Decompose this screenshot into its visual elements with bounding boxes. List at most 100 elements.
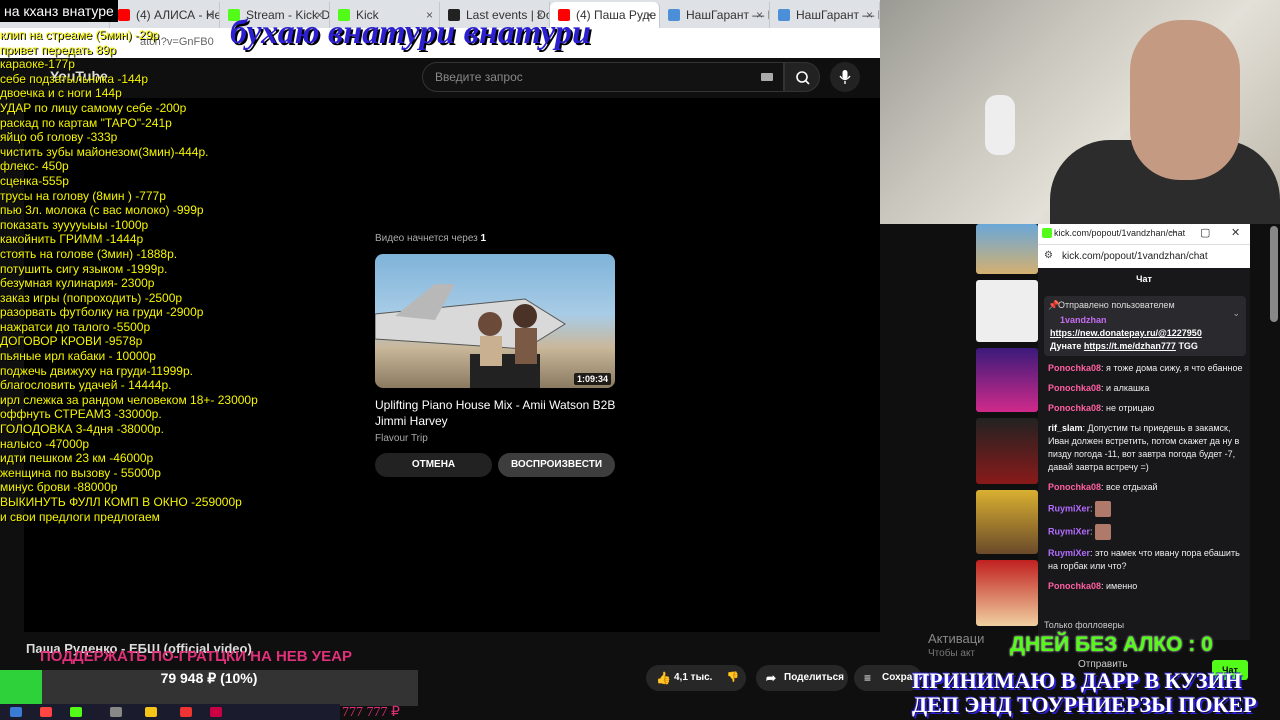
browser-tab[interactable]: (4) АЛИСА - Небо× <box>110 2 220 28</box>
next-video-channel[interactable]: Flavour Trip <box>375 433 428 444</box>
chat-window-title: kick.com/popout/1vandzhan/chat <box>1054 228 1186 238</box>
minimize-icon[interactable]: – <box>1170 226 1176 238</box>
kick-icon <box>1042 228 1052 238</box>
tab-favicon-icon <box>778 9 790 21</box>
chat-message: RuymiXer: <box>1048 524 1244 540</box>
share-label: Поделиться <box>784 672 845 683</box>
chat-text: : все отдыхай <box>1101 482 1158 492</box>
pinned-suffix: TGG <box>1178 341 1198 351</box>
chat-url: kick.com/popout/1vandzhan/chat <box>1062 251 1208 262</box>
price-list-item: поджечь движуху на груди-11999р. <box>0 363 193 378</box>
search-input[interactable]: Введите запрос <box>422 62 784 92</box>
price-list-item: безумная кулинария- 2300р <box>0 276 155 291</box>
price-list-item: стоять на голове (3мин) -1888р. <box>0 246 178 261</box>
chat-message: RuymiXer: это намек что ивану пора ебаши… <box>1048 547 1244 573</box>
price-list-item: оффнуть СТРЕАМЗ -33000р. <box>0 407 162 422</box>
side-stream-thumbnail[interactable] <box>976 418 1038 484</box>
sober-days-counter: ДНЕЙ БЕЗ АЛКО : 0 <box>1010 633 1213 656</box>
price-list-item: минус брови -88000р <box>0 480 118 495</box>
price-list-item: идти пешком 23 км -46000р <box>0 451 154 466</box>
price-list-item: чистить зубы майонезом(3мин)-444р. <box>0 144 209 159</box>
promo-text-line-2: ДЕП ЭНД ТОУРНИЕРЗЫ ПОКЕР <box>912 692 1257 717</box>
tab-close-icon[interactable]: × <box>206 2 213 28</box>
tab-close-icon[interactable]: × <box>756 2 763 28</box>
taskbar-app-icon[interactable] <box>70 707 82 717</box>
chat-username[interactable]: RuymiXer <box>1048 526 1090 536</box>
search-button[interactable] <box>784 62 820 92</box>
taskbar-app-icon[interactable] <box>180 707 192 717</box>
chat-text: : <box>1090 526 1093 537</box>
taskbar-app-icon[interactable] <box>145 707 157 717</box>
thumbs-down-icon: 👎 <box>726 672 740 683</box>
close-icon[interactable]: ✕ <box>1231 226 1240 239</box>
side-stream-thumbnail[interactable] <box>976 280 1038 342</box>
chat-text: : я тоже дома сижу, я что ебанное <box>1101 363 1243 373</box>
streamer-face <box>1130 20 1240 180</box>
price-list-item: ДОГОВОР КРОВИ -9578р <box>0 334 143 349</box>
side-stream-thumbnail[interactable] <box>976 348 1038 412</box>
site-settings-icon[interactable]: ⚙ <box>1044 250 1053 261</box>
search-placeholder: Введите запрос <box>435 70 523 84</box>
chat-username[interactable]: RuymiXer <box>1048 503 1090 513</box>
chat-popout-window: kick.com/popout/1vandzhan/chat – ▢ ✕ ⚙ k… <box>1038 224 1250 640</box>
taskbar-app-icon[interactable] <box>210 707 222 717</box>
pinned-username[interactable]: 1vandzhan <box>1060 315 1107 325</box>
start-icon[interactable] <box>10 707 22 717</box>
voice-search-button[interactable] <box>830 62 860 92</box>
countdown-label: Видео начнется через <box>375 233 478 244</box>
price-list-item: женщина по вызову - 55000р <box>0 465 161 480</box>
play-next-button[interactable]: ВОСПРОИЗВЕСТИ <box>498 453 615 477</box>
browser-tab[interactable]: НашГарант — Р × <box>770 2 880 28</box>
side-stream-thumbnail[interactable] <box>976 560 1038 626</box>
side-stream-thumbnail[interactable] <box>976 224 1038 274</box>
taskbar-app-icon[interactable] <box>40 707 52 717</box>
tab-close-icon[interactable]: × <box>646 2 653 28</box>
countdown-value: 1 <box>480 233 487 244</box>
chat-username[interactable]: Ponochka08 <box>1048 581 1101 591</box>
microphone-icon <box>839 70 851 84</box>
price-list-item: двоечка и с ноги 144р <box>0 86 122 101</box>
chat-message: Ponochka08: не отрицаю <box>1048 402 1244 415</box>
tab-close-icon[interactable]: × <box>866 2 873 28</box>
chevron-down-icon[interactable]: ⌄ <box>1232 308 1240 319</box>
chat-username[interactable]: rif_slam <box>1048 423 1083 433</box>
save-icon: ≡ <box>864 671 872 685</box>
taskbar-app-icon[interactable] <box>110 707 122 717</box>
side-stream-thumbnail[interactable] <box>976 490 1038 554</box>
pinned-prefix: Дунате <box>1050 341 1082 351</box>
chat-username[interactable]: Ponochka08 <box>1048 482 1101 492</box>
video-duration: 1:09:34 <box>573 373 611 385</box>
keyboard-icon[interactable] <box>761 73 773 81</box>
next-video-thumbnail[interactable]: 1:09:34 <box>375 254 615 388</box>
pinned-text: Дунате https://t.me/dzhan777 TGG <box>1050 341 1198 351</box>
pinned-message: 📌 Отправлено пользователем ⌄ 1vandzhan h… <box>1044 296 1246 356</box>
telegram-link[interactable]: https://t.me/dzhan777 <box>1084 341 1176 351</box>
autoplay-countdown: Видео начнется через 1 <box>375 233 486 244</box>
maximize-icon[interactable]: ▢ <box>1200 226 1210 239</box>
price-list-item: налысо -47000р <box>0 436 90 451</box>
corner-label: на кханз внатуре <box>0 0 118 22</box>
price-list-item: сценка-555р <box>0 173 69 188</box>
share-button[interactable]: ➦ Поделиться <box>756 665 848 691</box>
dislike-button[interactable]: 👎 <box>720 665 746 691</box>
price-list-item: ГОЛОДОВКА 3-4дня -38000р. <box>0 422 164 437</box>
pinned-label: Отправлено пользователем <box>1058 300 1175 310</box>
chat-url-bar[interactable]: ⚙ kick.com/popout/1vandzhan/chat <box>1038 244 1250 268</box>
chat-titlebar: kick.com/popout/1vandzhan/chat – ▢ ✕ <box>1038 224 1250 244</box>
chat-message: Ponochka08: все отдыхай <box>1048 481 1244 494</box>
chat-username[interactable]: Ponochka08 <box>1048 403 1101 413</box>
chat-message: rif_slam: Допустим ты приедешь в закамск… <box>1048 422 1244 474</box>
tab-favicon-icon <box>118 9 130 21</box>
next-video-title[interactable]: Uplifting Piano House Mix - Amii Watson … <box>375 397 625 429</box>
chat-username[interactable]: Ponochka08 <box>1048 383 1101 393</box>
like-count: 4,1 тыс. <box>674 672 713 683</box>
chat-scrollbar[interactable] <box>1270 226 1278 322</box>
tab-favicon-icon <box>668 9 680 21</box>
browser-tab[interactable]: НашГарант — Р2× <box>660 2 770 28</box>
chat-username[interactable]: Ponochka08 <box>1048 363 1101 373</box>
cancel-autoplay-button[interactable]: ОТМЕНА <box>375 453 492 477</box>
webcam-feed <box>880 0 1280 224</box>
chat-username[interactable]: RuymiXer <box>1048 548 1090 558</box>
price-list-item: яйцо об голову -333р <box>0 130 118 145</box>
donate-link[interactable]: https://new.donatepay.ru/@1227950 <box>1050 328 1202 338</box>
